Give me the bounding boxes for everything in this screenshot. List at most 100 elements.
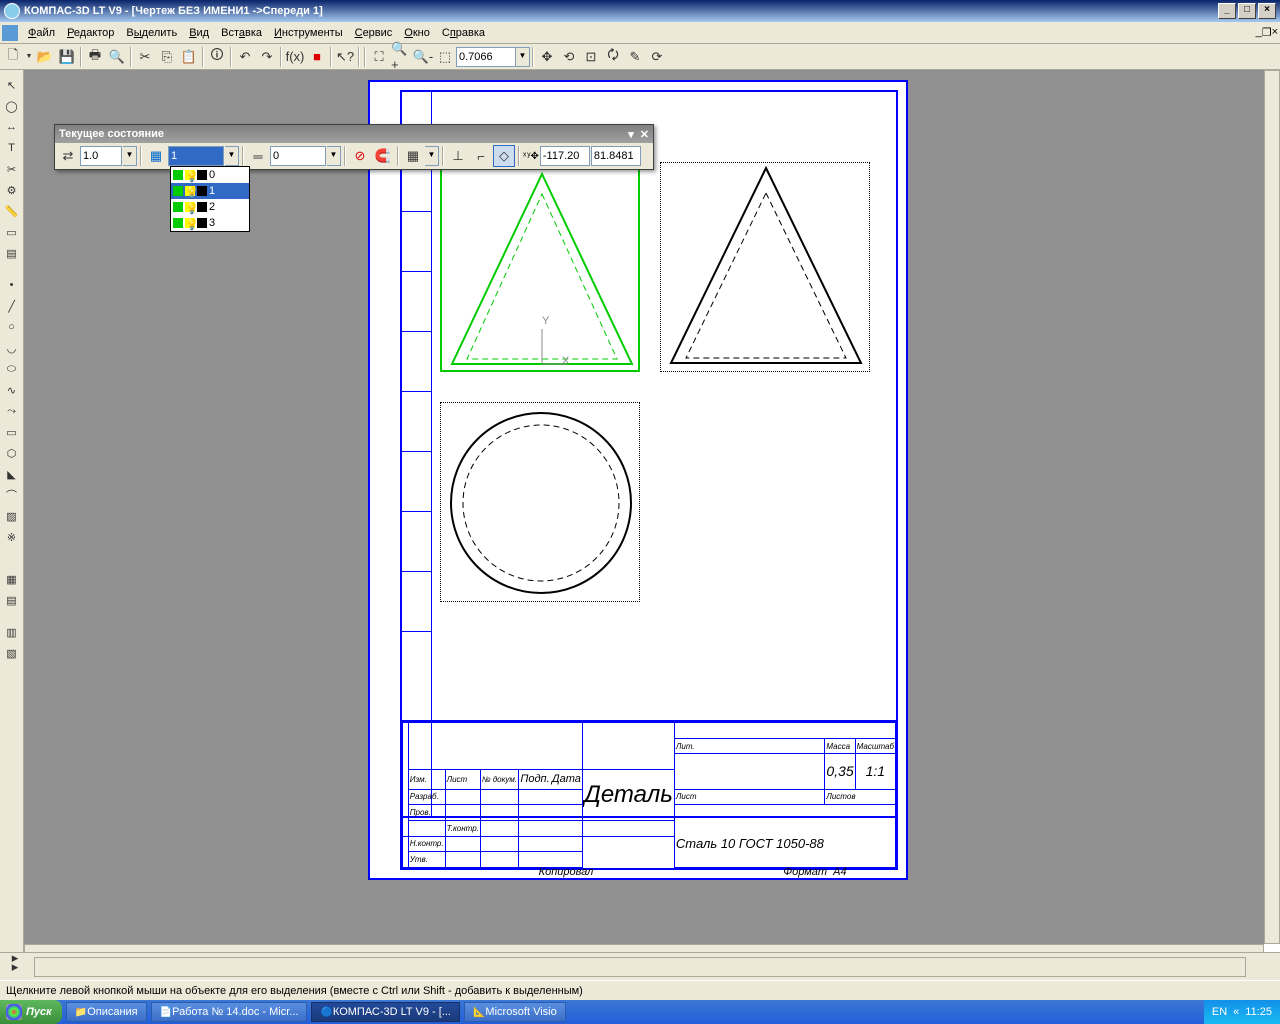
linestyle-input[interactable] [270, 146, 326, 166]
redo-button[interactable]: ↷ [256, 46, 278, 68]
polygon-tool[interactable]: ⬡ [2, 443, 22, 463]
panel3-button[interactable]: ▥ [2, 622, 22, 642]
system-tray[interactable]: EN « 11:25 [1204, 1000, 1280, 1024]
layer-item-1[interactable]: 💡1 [171, 183, 249, 199]
zoom-all-button[interactable]: ⛶ [368, 46, 390, 68]
stop-button[interactable]: ■ [306, 46, 328, 68]
chamfer-tool[interactable]: ◣ [2, 464, 22, 484]
print-button[interactable]: 🖶 [84, 46, 106, 68]
taskbar-item-kompas[interactable]: 🔵 КОМПАС-3D LT V9 - [... [311, 1002, 460, 1022]
taskbar-item-word[interactable]: 📄 Работа № 14.doc - Micr... [151, 1002, 308, 1022]
propbar-icon2[interactable]: ▸ [4, 947, 26, 969]
menu-instruments[interactable]: Инструменты [268, 25, 349, 41]
zoom-dropdown[interactable]: ▼ [516, 47, 530, 67]
menu-view[interactable]: Вид [183, 25, 215, 41]
spline-tool[interactable]: ∿ [2, 380, 22, 400]
step-button[interactable]: ⇄ [57, 145, 79, 167]
menu-window[interactable]: Окно [398, 25, 436, 41]
arc-tool[interactable]: ◡ [2, 338, 22, 358]
vertical-scrollbar[interactable] [1264, 70, 1280, 944]
local-cs-button[interactable]: ⌐ [470, 145, 492, 167]
grid-dropdown[interactable]: ▼ [425, 146, 439, 166]
linestyle-button[interactable]: ═ [247, 145, 269, 167]
undo-button[interactable]: ↶ [234, 46, 256, 68]
layer-state-button[interactable]: ▦ [145, 145, 167, 167]
new-dd-button[interactable]: ▼ [24, 46, 34, 68]
paste-button[interactable]: 📋 [178, 46, 200, 68]
variables-button[interactable]: f(x) [284, 46, 306, 68]
panel4-button[interactable]: ▧ [2, 643, 22, 663]
dimension-tool[interactable]: ↔ [2, 117, 22, 137]
zoom-out-button[interactable]: 🔍- [412, 46, 434, 68]
maximize-button[interactable]: □ [1238, 3, 1256, 19]
floatbar-dropdown-icon[interactable]: ▾ [628, 128, 634, 141]
zoom-in-button[interactable]: 🔍+ [390, 46, 412, 68]
floatbar-title[interactable]: Текущее состояние ▾ ✕ [55, 125, 653, 143]
menu-service[interactable]: Сервис [349, 25, 399, 41]
refresh-button[interactable]: ⟳ [646, 46, 668, 68]
edit-button[interactable]: ✎ [624, 46, 646, 68]
triangle-view[interactable] [660, 162, 870, 372]
edit-tool[interactable]: ✂ [2, 159, 22, 179]
mdi-restore-button[interactable]: ❐ [1262, 26, 1272, 39]
redraw-button[interactable]: 🗘 [602, 46, 624, 68]
menu-select[interactable]: Выделить [120, 25, 183, 41]
ellipse-tool[interactable]: ⬭ [2, 359, 22, 379]
panel2-button[interactable]: ▤ [2, 590, 22, 610]
select2-tool[interactable]: ▭ [2, 222, 22, 242]
select-tool[interactable]: ↖ [2, 75, 22, 95]
zoom-window-button[interactable]: ⬚ [434, 46, 456, 68]
menu-help[interactable]: Справка [436, 25, 491, 41]
zoom-input[interactable] [456, 47, 516, 67]
snap-on-button[interactable]: 🧲 [372, 145, 394, 167]
floatbar-close-icon[interactable]: ✕ [640, 128, 649, 141]
selected-triangle-view[interactable]: Y X [440, 162, 640, 372]
spec-tool[interactable]: ▤ [2, 243, 22, 263]
hatch-tool[interactable]: ▨ [2, 506, 22, 526]
layer-item-2[interactable]: 💡2 [171, 199, 249, 215]
params-tool[interactable]: ⚙ [2, 180, 22, 200]
coord-x-input[interactable] [540, 146, 590, 166]
start-button[interactable]: Пуск [0, 1000, 62, 1024]
new-doc-button[interactable]: 🗋 [2, 46, 24, 68]
layer-input[interactable] [168, 146, 224, 166]
panel1-button[interactable]: ▦ [2, 569, 22, 589]
menu-file[interactable]: Файл [22, 25, 61, 41]
point-tool[interactable]: • [2, 275, 22, 295]
cut-button[interactable]: ✂ [134, 46, 156, 68]
geometry-tool[interactable]: ◯ [2, 96, 22, 116]
step-dropdown[interactable]: ▼ [123, 146, 137, 166]
text-tool[interactable]: T [2, 138, 22, 158]
taskbar-item-folder[interactable]: 📁 Описания [66, 1002, 147, 1022]
close-button[interactable]: × [1258, 3, 1276, 19]
properties-button[interactable]: 🛈 [206, 46, 228, 68]
pan-button[interactable]: ✥ [536, 46, 558, 68]
circle-view[interactable] [440, 402, 640, 602]
layer-dropdown-button[interactable]: ▼ [225, 146, 239, 166]
layer-item-3[interactable]: 💡3 [171, 215, 249, 231]
line-tool[interactable]: ╱ [2, 296, 22, 316]
current-state-toolbar[interactable]: Текущее состояние ▾ ✕ ⇄ ▼ ▦ ▼ ═ ▼ ⊘ 🧲 ▦ … [54, 124, 654, 170]
preview-button[interactable]: 🔍 [106, 46, 128, 68]
menu-edit[interactable]: Редактор [61, 25, 120, 41]
help-pointer-button[interactable]: ↖? [334, 46, 356, 68]
bezier-tool[interactable]: ⤳ [2, 401, 22, 421]
menu-insert[interactable]: Вставка [215, 25, 268, 41]
zoom-fit-button[interactable]: ⊡ [580, 46, 602, 68]
mdi-close-button[interactable]: × [1272, 26, 1278, 39]
copy-button[interactable]: ⎘ [156, 46, 178, 68]
round-button[interactable]: ◇ [493, 145, 515, 167]
ortho-button[interactable]: ⊥ [447, 145, 469, 167]
fillet-tool[interactable]: ⌒ [2, 485, 22, 505]
save-button[interactable]: 💾 [56, 46, 78, 68]
grid-button[interactable]: ▦ [402, 145, 424, 167]
layer-dropdown-list[interactable]: 💡0 💡1 💡2 💡3 [170, 166, 250, 232]
coord-y-input[interactable] [591, 146, 641, 166]
property-input-area[interactable] [34, 957, 1246, 977]
zoom-prev-button[interactable]: ⟲ [558, 46, 580, 68]
linestyle-dropdown[interactable]: ▼ [327, 146, 341, 166]
aux-tool[interactable]: ※ [2, 527, 22, 547]
taskbar-item-visio[interactable]: 📐 Microsoft Visio [464, 1002, 566, 1022]
step-input[interactable] [80, 146, 122, 166]
layer-item-0[interactable]: 💡0 [171, 167, 249, 183]
